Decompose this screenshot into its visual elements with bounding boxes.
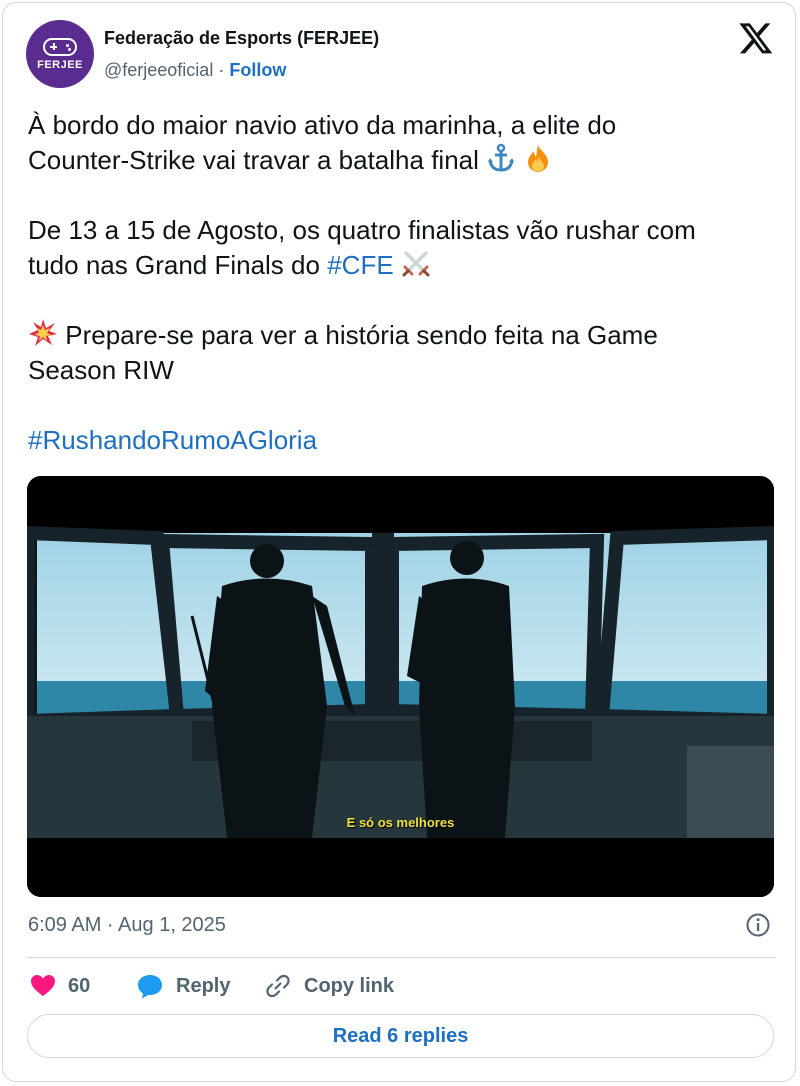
anchor-emoji bbox=[488, 143, 515, 172]
tweet-paragraph-2: De 13 a 15 de Agosto, os quatro finalist… bbox=[28, 213, 778, 283]
reply-button[interactable]: Reply bbox=[136, 970, 230, 1002]
divider bbox=[26, 957, 776, 958]
author-name[interactable]: Federação de Esports (FERJEE) bbox=[104, 28, 379, 49]
reply-icon bbox=[138, 975, 162, 999]
avatar[interactable]: FERJEE bbox=[26, 20, 94, 88]
author-handle-row: @ferjeeoficial · Follow bbox=[104, 60, 286, 81]
x-logo-icon[interactable] bbox=[738, 20, 774, 56]
tweet-line: De 13 a 15 de Agosto, os quatro finalist… bbox=[28, 215, 696, 245]
like-button[interactable]: 60 bbox=[30, 970, 90, 1002]
copy-link-label: Copy link bbox=[304, 974, 395, 997]
video-media[interactable]: E só os melhores bbox=[27, 476, 774, 897]
tweet-line: À bordo do maior navio ativo da marinha,… bbox=[28, 110, 617, 140]
tweet-paragraph-1: À bordo do maior navio ativo da marinha,… bbox=[28, 108, 778, 178]
tweet-line: Counter-Strike vai travar a batalha fina… bbox=[28, 145, 479, 175]
link-icon bbox=[266, 974, 290, 998]
read-replies-button[interactable]: Read 6 replies bbox=[27, 1014, 774, 1058]
info-icon[interactable] bbox=[745, 912, 771, 938]
video-frame bbox=[27, 476, 774, 897]
crossed-swords-emoji bbox=[402, 251, 430, 277]
gamepad-icon bbox=[43, 37, 77, 56]
hashtag-cfe[interactable]: #CFE bbox=[327, 250, 393, 280]
read-replies-label: Read 6 replies bbox=[332, 1024, 469, 1047]
tweet-paragraph-4: #RushandoRumoAGloria bbox=[28, 423, 778, 458]
copy-link-button[interactable]: Copy link bbox=[264, 970, 394, 1002]
heart-icon bbox=[31, 975, 55, 996]
like-count: 60 bbox=[68, 974, 91, 997]
tweet-paragraph-3: Prepare-se para ver a história sendo fei… bbox=[28, 318, 778, 388]
avatar-text: FERJEE bbox=[37, 58, 83, 71]
handle-separator: · bbox=[218, 60, 225, 80]
tweet-line: tudo nas Grand Finals do bbox=[28, 250, 320, 280]
author-handle[interactable]: @ferjeeoficial bbox=[104, 60, 213, 80]
fire-emoji bbox=[528, 145, 549, 172]
tweet-timestamp[interactable]: 6:09 AM · Aug 1, 2025 bbox=[28, 914, 226, 937]
video-subtitle: E só os melhores bbox=[346, 815, 455, 830]
follow-button[interactable]: Follow bbox=[229, 60, 286, 80]
tweet-line: Prepare-se para ver a história sendo fei… bbox=[65, 320, 658, 350]
collision-emoji bbox=[29, 319, 57, 346]
reply-label: Reply bbox=[176, 974, 231, 997]
tweet-line: Season RIW bbox=[28, 355, 174, 385]
hashtag-rushando[interactable]: #RushandoRumoAGloria bbox=[28, 425, 317, 455]
tweet-text: À bordo do maior navio ativo da marinha,… bbox=[28, 108, 778, 458]
